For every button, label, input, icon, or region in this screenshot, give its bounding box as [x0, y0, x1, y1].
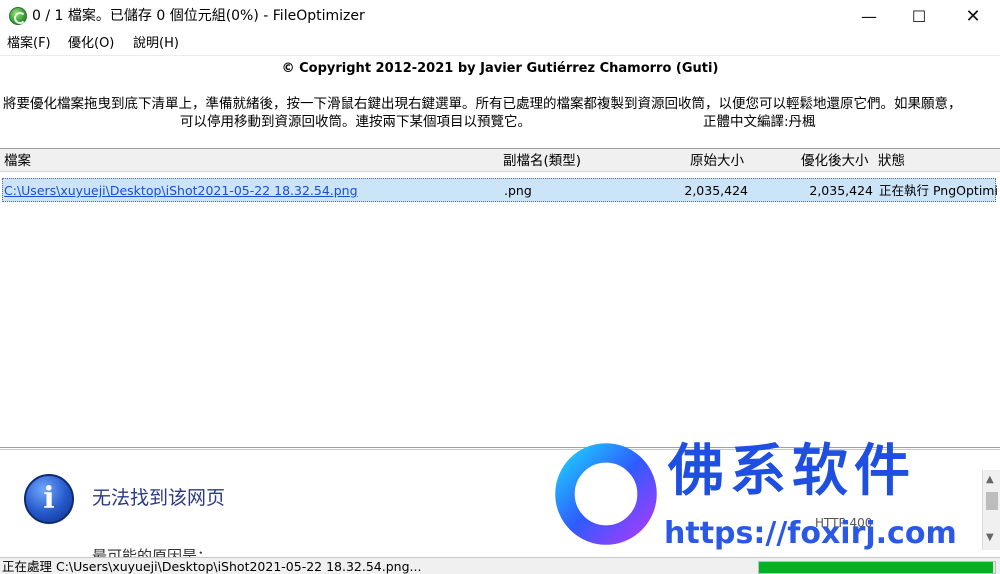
instructions-line-1: 將要優化檔案拖曳到底下清單上，準備就緒後，按一下滑鼠右鍵出現右鍵選單。所有已處理…	[3, 96, 962, 112]
app-icon	[9, 7, 27, 25]
scroll-down-icon[interactable]: ▼	[986, 532, 994, 543]
column-header-file[interactable]: 檔案	[4, 152, 31, 170]
menu-help[interactable]: 說明(H)	[133, 36, 179, 52]
status-text: 正在處理 C:\Users\xuyueji\Desktop\iShot2021-…	[2, 559, 422, 574]
row-file-path[interactable]: C:\Users\xuyueji\Desktop\iShot2021-05-22…	[4, 183, 358, 199]
close-button[interactable]: ✕	[950, 0, 996, 32]
column-header-status[interactable]: 狀態	[878, 152, 905, 170]
copyright-text: © Copyright 2012-2021 by Javier Gutiérre…	[281, 61, 719, 76]
scroll-up-icon[interactable]: ▲	[986, 474, 994, 485]
window-title: 0 / 1 檔案。已儲存 0 個位元組(0%) - FileOptimizer	[32, 8, 365, 24]
menu-optimize[interactable]: 優化(O)	[68, 36, 114, 52]
column-header-original-size[interactable]: 原始大小	[690, 152, 744, 170]
column-header-optimized-size[interactable]: 優化後大小	[801, 152, 869, 170]
file-list-header: 檔案 副檔名(類型) 原始大小 優化後大小 狀態	[0, 148, 1000, 172]
row-extension: .png	[504, 183, 532, 198]
http-status-code: HTTP 400	[815, 516, 873, 530]
maximize-button[interactable]: ☐	[896, 0, 942, 32]
progress-fill	[759, 562, 993, 573]
menu-file[interactable]: 檔案(F)	[7, 36, 51, 52]
file-list[interactable]: C:\Users\xuyueji\Desktop\iShot2021-05-22…	[0, 172, 1000, 448]
preview-panel: i 无法找到该网页 HTTP 400 最可能的原因是：	[0, 449, 1000, 557]
minimize-button[interactable]: —	[846, 0, 892, 32]
translator-credit: 正體中文編譯:丹楓	[703, 114, 816, 130]
column-header-extension[interactable]: 副檔名(類型)	[503, 152, 581, 170]
table-row[interactable]: C:\Users\xuyueji\Desktop\iShot2021-05-22…	[2, 178, 997, 202]
title-bar: 0 / 1 檔案。已儲存 0 個位元組(0%) - FileOptimizer …	[0, 0, 1000, 32]
row-original-size: 2,035,424	[684, 183, 748, 198]
row-optimized-size: 2,035,424	[809, 183, 873, 198]
preview-scrollbar[interactable]: ▲ ▼	[982, 470, 1000, 550]
scroll-thumb[interactable]	[986, 492, 998, 510]
progress-bar	[758, 561, 996, 574]
info-icon: i	[24, 474, 74, 524]
error-title: 无法找到该网页	[92, 487, 226, 509]
menu-bar: 檔案(F) 優化(O) 說明(H)	[0, 32, 1000, 56]
status-bar: 正在處理 C:\Users\xuyueji\Desktop\iShot2021-…	[0, 557, 1000, 574]
instructions-line-2: 可以停用移動到資源回收筒。連按兩下某個項目以預覽它。	[180, 114, 531, 130]
row-status: 正在執行 PngOptimizer	[879, 183, 997, 198]
error-reason-heading: 最可能的原因是：	[92, 547, 213, 557]
